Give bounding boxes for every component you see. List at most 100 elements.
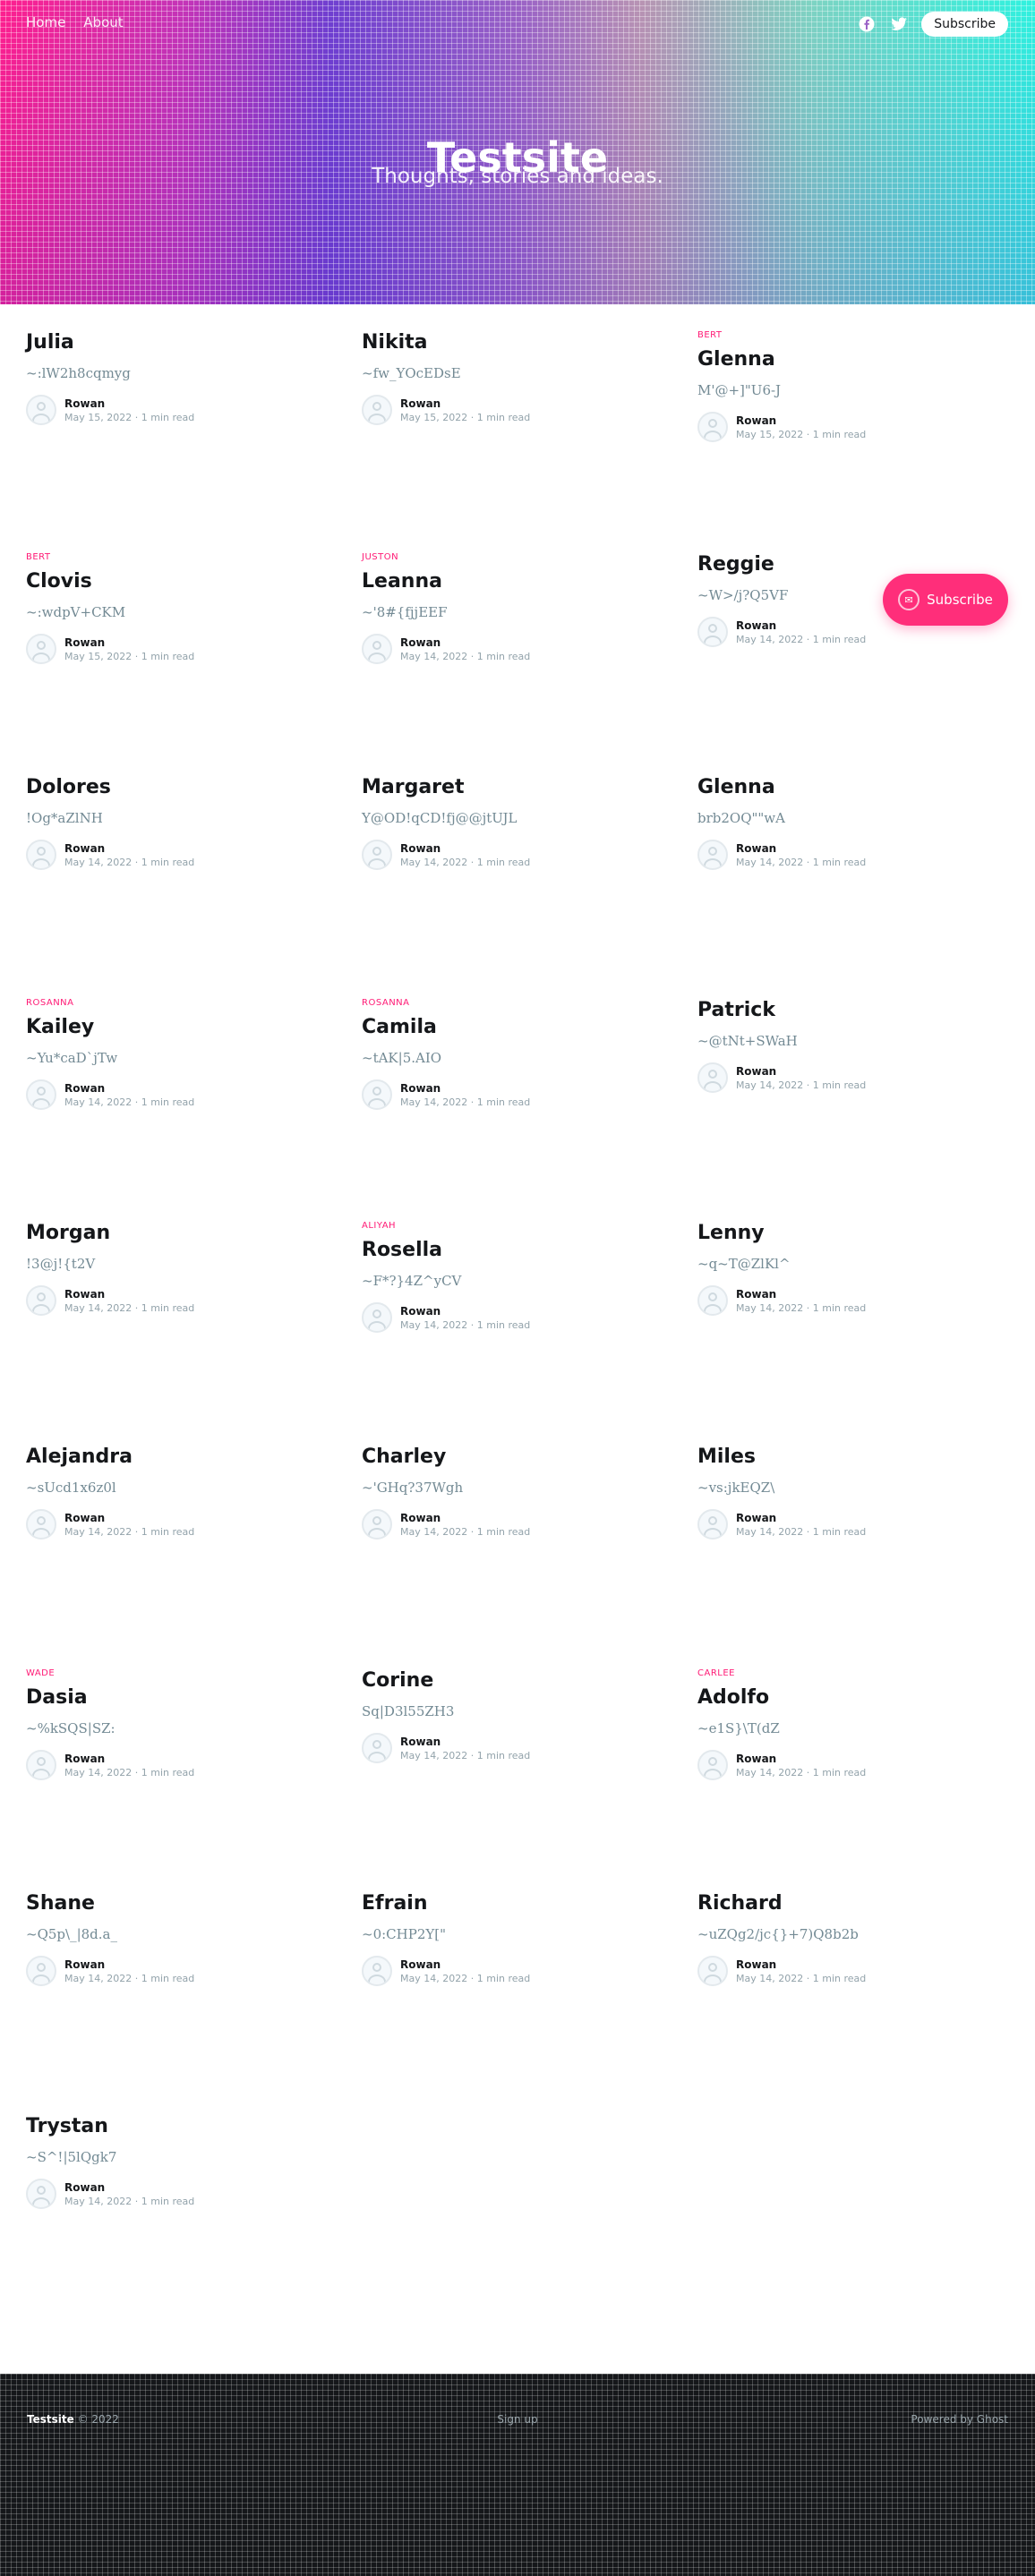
post-tag[interactable]: CARLEE (697, 1668, 993, 1680)
post-card[interactable]: Richard ~uZQg2/jc{}+7)Q8b2b Rowan May 14, 2… (697, 1891, 993, 1986)
post-tag[interactable]: WADE (26, 1668, 321, 1680)
post-tag[interactable]: JUSTON (362, 552, 657, 564)
post-card[interactable]: ROSANNA Kailey ~Yu*caD`jTw Rowan May 14, 202… (26, 998, 321, 1110)
author-name[interactable]: Rowan (736, 1958, 866, 1972)
author-avatar[interactable] (26, 840, 56, 870)
post-title[interactable]: Adolfo (697, 1685, 993, 1710)
post-card[interactable]: Margaret Y@OD!qCD!fj@@jtUJL Rowan May 14, 2… (362, 775, 657, 870)
post-card[interactable]: Trystan ~S^!|5lQgk7 Rowan May 14, 2022 · 1 … (26, 2114, 321, 2209)
post-tag[interactable]: BERT (26, 552, 321, 564)
author-name[interactable]: Rowan (736, 1752, 866, 1766)
post-card[interactable]: Shane ~Q5p\_|8d.a_ Rowan May 14, 2022 · 1 m… (26, 1891, 321, 1986)
post-title[interactable]: Nikita (362, 330, 657, 355)
author-name[interactable]: Rowan (736, 841, 866, 856)
author-name[interactable]: Rowan (736, 618, 866, 633)
post-title[interactable]: Dolores (26, 775, 321, 800)
post-title[interactable]: Richard (697, 1891, 993, 1916)
post-title[interactable]: Clovis (26, 569, 321, 594)
author-avatar[interactable] (697, 1509, 728, 1540)
author-avatar[interactable] (362, 634, 392, 664)
author-name[interactable]: Rowan (736, 1064, 866, 1079)
author-avatar[interactable] (697, 617, 728, 647)
author-avatar[interactable] (697, 1285, 728, 1316)
nav-link-home[interactable]: Home (26, 14, 65, 30)
post-card[interactable]: Morgan !3@j!{t2V Rowan May 14, 2022 · 1 min… (26, 1221, 321, 1316)
post-title[interactable]: Lenny (697, 1221, 993, 1246)
author-avatar[interactable] (26, 1956, 56, 1986)
post-title[interactable]: Leanna (362, 569, 657, 594)
author-name[interactable]: Rowan (400, 397, 530, 411)
post-card[interactable]: Miles ~vs:jkEQZ\ Rowan May 14, 2022 · 1 min… (697, 1445, 993, 1540)
post-title[interactable]: Charley (362, 1445, 657, 1470)
footer-powered-by[interactable]: Powered by Ghost (911, 2413, 1008, 2426)
author-name[interactable]: Rowan (64, 1752, 194, 1766)
author-name[interactable]: Rowan (64, 1287, 194, 1301)
post-card[interactable]: Lenny ~q~T@ZlKl^ Rowan May 14, 2022 · 1 min… (697, 1221, 993, 1316)
author-name[interactable]: Rowan (736, 1511, 866, 1525)
author-avatar[interactable] (26, 1750, 56, 1780)
author-avatar[interactable] (697, 412, 728, 442)
post-title[interactable]: Alejandra (26, 1445, 321, 1470)
post-card[interactable]: BERT Clovis ~:wdpV+CKM Rowan May 15, 2022 · … (26, 552, 321, 664)
post-title[interactable]: Patrick (697, 998, 993, 1023)
twitter-icon[interactable] (889, 14, 909, 34)
post-title[interactable]: Glenna (697, 347, 993, 372)
post-title[interactable]: Dasia (26, 1685, 321, 1710)
author-name[interactable]: Rowan (64, 1511, 194, 1525)
post-card[interactable]: BERT Glenna M'@+]"U6-J Rowan May 15, 2022 · … (697, 330, 993, 442)
post-card[interactable]: Julia ~:lW2h8cqmyg Rowan May 15, 2022 · 1 m… (26, 330, 321, 425)
author-name[interactable]: Rowan (400, 1081, 530, 1096)
author-name[interactable]: Rowan (736, 414, 866, 428)
author-name[interactable]: Rowan (64, 2180, 194, 2195)
nav-link-about[interactable]: About (83, 14, 123, 30)
author-name[interactable]: Rowan (64, 1958, 194, 1972)
post-card[interactable]: ALIYAH Rosella ~F*?}4Z^yCV Rowan May 14, 202… (362, 1221, 657, 1333)
post-title[interactable]: Margaret (362, 775, 657, 800)
post-card[interactable]: Patrick ~@tNt+SWaH Rowan May 14, 2022 · 1 m… (697, 998, 993, 1093)
author-avatar[interactable] (26, 395, 56, 425)
author-avatar[interactable] (26, 634, 56, 664)
author-avatar[interactable] (362, 395, 392, 425)
post-card[interactable]: Dolores !Og*aZlNH Rowan May 14, 2022 · 1 mi… (26, 775, 321, 870)
post-card[interactable]: ROSANNA Camila ~tAK|5.AIO Rowan May 14, 2022… (362, 998, 657, 1110)
post-tag[interactable]: ALIYAH (362, 1221, 657, 1233)
author-name[interactable]: Rowan (400, 635, 530, 650)
author-avatar[interactable] (26, 1509, 56, 1540)
author-avatar[interactable] (362, 840, 392, 870)
author-avatar[interactable] (362, 1733, 392, 1763)
post-card[interactable]: Glenna brb2OQ""wA Rowan May 14, 2022 · 1 mi… (697, 775, 993, 870)
author-name[interactable]: Rowan (64, 1081, 194, 1096)
post-title[interactable]: Rosella (362, 1238, 657, 1263)
post-tag[interactable]: BERT (697, 330, 993, 342)
author-avatar[interactable] (362, 1079, 392, 1110)
post-card[interactable]: Alejandra ~sUcd1x6z0l Rowan May 14, 2022 · … (26, 1445, 321, 1540)
post-title[interactable]: Kailey (26, 1015, 321, 1040)
author-avatar[interactable] (362, 1509, 392, 1540)
post-tag[interactable]: ROSANNA (362, 998, 657, 1010)
author-name[interactable]: Rowan (64, 397, 194, 411)
author-avatar[interactable] (26, 2179, 56, 2209)
post-title[interactable]: Camila (362, 1015, 657, 1040)
floating-subscribe-button[interactable]: ✉ Subscribe (883, 574, 1008, 626)
post-card[interactable]: Nikita ~fw_YOcEDsE Rowan May 15, 2022 · 1 m… (362, 330, 657, 425)
author-avatar[interactable] (362, 1302, 392, 1333)
author-name[interactable]: Rowan (400, 1958, 530, 1972)
author-avatar[interactable] (362, 1956, 392, 1986)
post-title[interactable]: Morgan (26, 1221, 321, 1246)
author-avatar[interactable] (697, 840, 728, 870)
post-title[interactable]: Trystan (26, 2114, 321, 2139)
post-card[interactable]: Corine Sq|D3l55ZH3 Rowan May 14, 2022 · 1 m… (362, 1668, 657, 1763)
author-name[interactable]: Rowan (64, 635, 194, 650)
post-card[interactable]: CARLEE Adolfo ~e1S}\T(dZ Rowan May 14, 2022 … (697, 1668, 993, 1780)
author-avatar[interactable] (697, 1956, 728, 1986)
post-card[interactable]: JUSTON Leanna ~'8#{fjjEEF Rowan May 14, 2022… (362, 552, 657, 664)
author-avatar[interactable] (697, 1062, 728, 1093)
post-card[interactable]: WADE Dasia ~%kSQS|SZ: Rowan May 14, 2022 · 1… (26, 1668, 321, 1780)
post-card[interactable]: Efrain ~0:CHP2Y[" Rowan May 14, 2022 · 1 mi… (362, 1891, 657, 1986)
author-avatar[interactable] (697, 1750, 728, 1780)
post-tag[interactable]: ROSANNA (26, 998, 321, 1010)
post-title[interactable]: Miles (697, 1445, 993, 1470)
header-subscribe-button[interactable]: Subscribe (921, 12, 1008, 37)
post-title[interactable]: Shane (26, 1891, 321, 1916)
facebook-icon[interactable] (857, 14, 877, 34)
